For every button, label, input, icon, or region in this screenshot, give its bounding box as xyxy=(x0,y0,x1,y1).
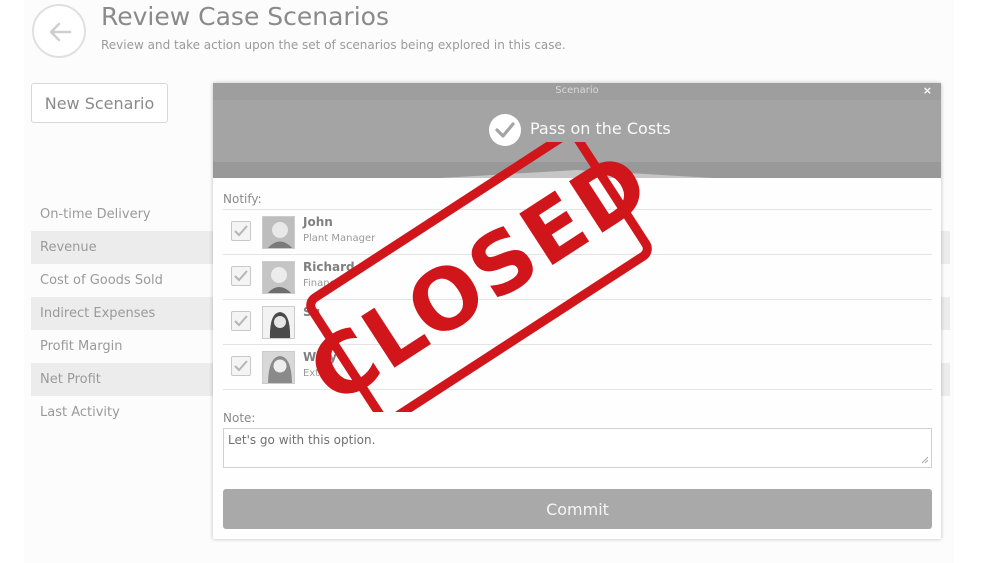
person-role: Plant Manager xyxy=(303,233,376,244)
person-name: John xyxy=(303,215,333,229)
avatar xyxy=(262,216,295,249)
notify-list: John Plant Manager Richard Finance Su W … xyxy=(223,209,932,390)
header-banner-shape xyxy=(213,100,941,178)
scenario-modal: Scenario × Pass on the Costs Notify: Joh… xyxy=(213,83,941,539)
notify-person-row: W dy Exte xyxy=(223,345,932,390)
person-name: W dy xyxy=(303,350,337,364)
back-arrow-icon xyxy=(49,22,72,42)
commit-button[interactable]: Commit xyxy=(223,489,932,529)
notify-checkbox[interactable] xyxy=(231,221,251,241)
avatar xyxy=(262,261,295,294)
scenario-header: Pass on the Costs xyxy=(213,100,941,178)
notify-checkbox[interactable] xyxy=(231,356,251,376)
back-button[interactable] xyxy=(32,4,86,58)
new-scenario-button[interactable]: New Scenario xyxy=(31,83,168,123)
person-name: Richard xyxy=(303,260,355,274)
person-name: Su xyxy=(303,305,321,319)
close-icon[interactable]: × xyxy=(923,84,932,97)
scenario-name: Pass on the Costs xyxy=(530,119,671,138)
checkmark-icon xyxy=(234,360,248,372)
resize-grip-icon[interactable] xyxy=(921,456,929,464)
person-role: Exte xyxy=(303,368,326,379)
checkmark-icon xyxy=(234,270,248,282)
page-title: Review Case Scenarios xyxy=(101,2,389,31)
notify-person-row: Richard Finance xyxy=(223,255,932,300)
person-role: Finance xyxy=(303,278,342,289)
checkmark-icon xyxy=(234,225,248,237)
checkmark-icon xyxy=(234,315,248,327)
note-label: Note: xyxy=(223,411,256,425)
notify-label: Notify: xyxy=(223,192,262,206)
notify-person-row: John Plant Manager xyxy=(223,210,932,255)
note-textarea[interactable]: Let's go with this option. xyxy=(223,428,932,468)
avatar xyxy=(262,306,295,339)
modal-titlebar: Scenario × xyxy=(213,83,941,100)
page-subtitle: Review and take action upon the set of s… xyxy=(101,38,566,52)
check-circle-icon xyxy=(489,114,521,146)
modal-title: Scenario xyxy=(555,85,599,96)
notify-checkbox[interactable] xyxy=(231,266,251,286)
avatar xyxy=(262,351,295,384)
notify-checkbox[interactable] xyxy=(231,311,251,331)
notify-person-row: Su xyxy=(223,300,932,345)
